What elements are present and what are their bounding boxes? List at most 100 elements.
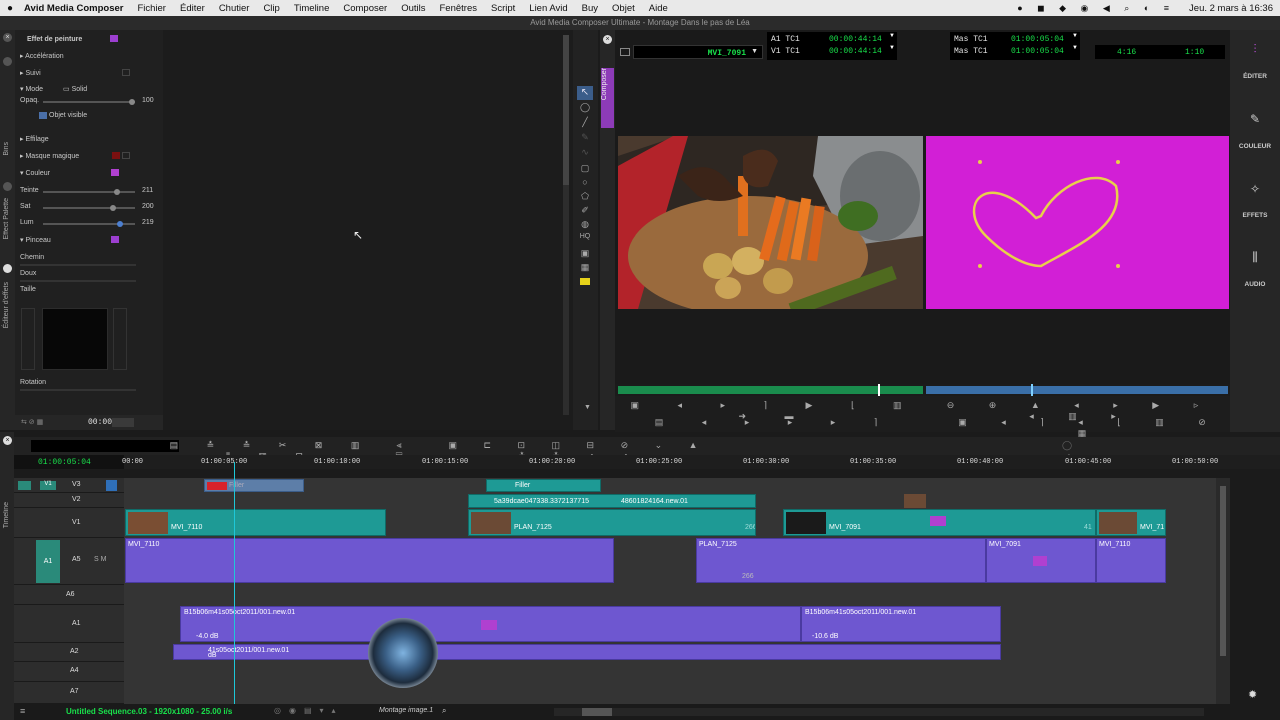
color-swatch-yellow[interactable] [580, 278, 590, 285]
clip-a5-d[interactable]: MVI_7110 [1096, 538, 1166, 583]
keyframe-icon[interactable]: ⇆ ⊘ ▦ [21, 418, 43, 426]
chemin-slider[interactable] [20, 264, 136, 266]
chevron-down-icon[interactable]: ▼ [1072, 33, 1078, 39]
track-v1-source[interactable]: V1 [40, 481, 56, 490]
duration-display[interactable]: 4:16 1:10 [1095, 45, 1225, 59]
source-position-indicator[interactable] [878, 384, 880, 396]
timeline-vertical-scrollbar[interactable] [1216, 478, 1230, 704]
oval-tool-icon[interactable]: ○ [577, 177, 593, 187]
rotation-slider[interactable] [20, 389, 136, 391]
clip-v1-d[interactable]: MVI_71 [1096, 509, 1166, 536]
pinceau-swatch[interactable] [111, 236, 119, 243]
track-header-v3[interactable]: V1 V3 [14, 478, 124, 493]
composer-tab-highlight[interactable]: Composer [601, 68, 614, 128]
workspace-effets[interactable]: EFFETS [1230, 212, 1280, 219]
sat-knob[interactable] [110, 205, 117, 211]
menu-chutier[interactable]: Chutier [212, 3, 257, 14]
track-header-v2[interactable]: V2 [14, 493, 124, 508]
teinte-slider[interactable] [43, 189, 135, 195]
menu-clip[interactable]: Clip [256, 3, 286, 14]
track-header-a6[interactable]: A6 [14, 585, 124, 605]
close-icon[interactable] [3, 264, 12, 273]
lum-knob[interactable] [116, 221, 123, 227]
status-icons[interactable]: ● ◼ ◆ ◉ ◀ ⌕ ◐ ≡ [1010, 3, 1182, 14]
masque-swatch[interactable] [112, 152, 120, 159]
close-icon[interactable] [3, 182, 12, 191]
masque-checkbox[interactable] [122, 152, 130, 159]
acceleration-row[interactable]: ▸ Accélération [20, 52, 64, 60]
menu-editer[interactable]: Éditer [173, 3, 212, 14]
lum-slider[interactable] [43, 221, 135, 227]
workspace-editer[interactable]: ÉDITER [1230, 73, 1280, 80]
timeline-search[interactable] [31, 440, 179, 452]
menu-fichier[interactable]: Fichier [130, 3, 173, 14]
mode-select[interactable]: ▭ Solid [63, 85, 87, 93]
record-position-indicator[interactable] [1031, 384, 1033, 396]
selection-tool-icon[interactable]: ↖ [577, 86, 593, 100]
color-workspace-icon[interactable]: ✎ [1230, 112, 1280, 126]
effect-scrub[interactable] [112, 418, 134, 427]
chevron-down-icon[interactable]: ▼ [1072, 45, 1078, 51]
record-edit-buttons[interactable]: ▣ ◂ ⌉ ◂ ⌊ ▥ ⊘ ▦ [955, 417, 1225, 439]
couleur-swatch[interactable] [111, 169, 119, 176]
clip-v2[interactable]: 5a39dcae047338.3372137715 48601824164.ne… [468, 494, 756, 508]
clip-v3-filler-b[interactable]: Filler [486, 479, 601, 492]
menu-aide[interactable]: Aide [642, 3, 675, 14]
opacity-knob[interactable] [129, 99, 135, 105]
workspace-audio[interactable]: AUDIO [1230, 281, 1280, 288]
clip-v1-a[interactable]: MVI_7110 [125, 509, 386, 536]
effect-icon[interactable] [1033, 556, 1047, 566]
clip-v3-filler-a[interactable]: Filler [204, 479, 304, 492]
clip-v2-small[interactable] [904, 494, 926, 508]
source-position-bar[interactable] [618, 384, 923, 396]
ellipse-tool-icon[interactable]: ◯ [577, 102, 593, 113]
clip-a1-a[interactable]: B15b06m41s05oct2011/001.new.01 -4.0 dB [180, 606, 801, 642]
app-menu[interactable]: Avid Media Composer [20, 3, 130, 14]
line-tool-icon[interactable]: ╱ [577, 117, 593, 128]
menu-lien-avid[interactable]: Lien Avid [522, 3, 574, 14]
timeline-horizontal-scrollbar[interactable] [554, 708, 1204, 716]
effect-icon[interactable] [930, 516, 946, 526]
chevron-down-icon[interactable]: ▼ [889, 45, 895, 51]
monitor-toggle-icon[interactable] [106, 480, 117, 491]
menu-buy[interactable]: Buy [575, 3, 605, 14]
masque-row[interactable]: ▸ Masque magique [20, 152, 79, 160]
sat-slider[interactable] [43, 205, 135, 211]
chevron-down-icon[interactable]: ▼ [584, 404, 591, 411]
brush-profiles[interactable] [113, 308, 127, 370]
clip-a2[interactable]: 41s05oct2011/001.new.01 dB [173, 644, 1001, 660]
track-header-a5[interactable]: A1 A5 S M [14, 538, 124, 585]
menu-outils[interactable]: Outils [394, 3, 432, 14]
track-header-a7[interactable]: A7 [14, 682, 124, 704]
source-clip-menu[interactable]: MVI_7091 ▼ [633, 45, 763, 59]
curve-tool-icon[interactable]: ∿ [577, 147, 593, 158]
rectangle-tool-icon[interactable]: ▢ [577, 163, 593, 174]
suivi-row[interactable]: ▸ Suivi [20, 69, 41, 77]
objet-visible-checkbox[interactable] [39, 112, 47, 119]
close-icon[interactable] [3, 57, 12, 66]
clip-v1-c[interactable]: MVI_7091 41 [783, 509, 1096, 536]
hamburger-icon[interactable]: ≡ [20, 706, 25, 716]
brush-tool-icon[interactable]: ✎ [577, 132, 593, 143]
tab-effect-palette[interactable]: Effect Palette [3, 198, 10, 240]
bucket-tool-icon[interactable]: ◍ [577, 219, 593, 230]
clip-a1-b[interactable]: B15b06m41s05oct2011/001.new.01 -10.6 dB [801, 606, 1001, 642]
track-header-a2[interactable]: A2 [14, 643, 124, 662]
effect-color-swatch[interactable] [110, 35, 118, 42]
clip-a5-b[interactable]: PLAN_7125 266 [696, 538, 986, 583]
menu-timeline[interactable]: Timeline [287, 3, 337, 14]
polygon-tool-icon[interactable]: ⬠ [577, 191, 593, 202]
source-edit-buttons[interactable]: ▤ ◂ ▸ ▸ ▸ ⌉ [625, 417, 925, 428]
record-position-bar[interactable] [926, 384, 1228, 396]
audio-workspace-icon[interactable]: ⫼ [1230, 250, 1280, 265]
scrollbar[interactable] [563, 35, 569, 415]
workspace-couleur[interactable]: COULEUR [1230, 143, 1280, 150]
edit-workspace-icon[interactable]: ⫶ [1230, 42, 1280, 57]
clip-a5-c[interactable]: MVI_7091 [986, 538, 1096, 583]
pinceau-row[interactable]: ▾ Pinceau [20, 236, 51, 244]
menu-objet[interactable]: Objet [605, 3, 642, 14]
menu-script[interactable]: Script [484, 3, 522, 14]
apple-icon[interactable]: ● [0, 3, 20, 14]
hq-icon[interactable]: HQ [577, 233, 593, 240]
couleur-row[interactable]: ▾ Couleur [20, 169, 50, 177]
